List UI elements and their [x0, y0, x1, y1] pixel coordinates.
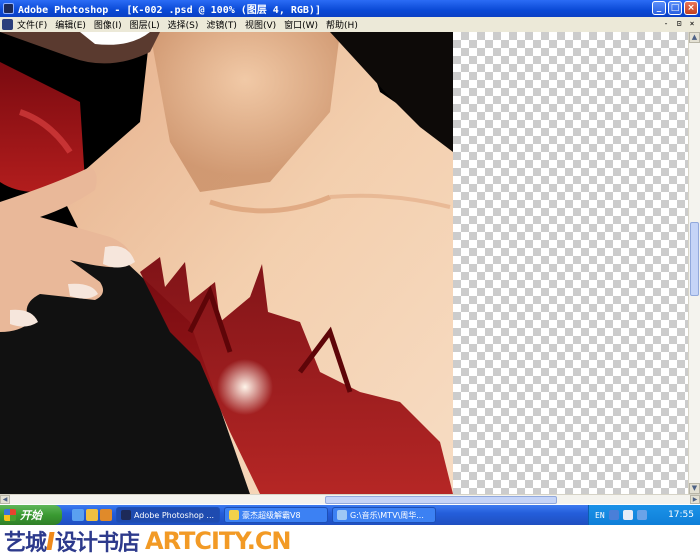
ie-icon[interactable]	[72, 509, 84, 521]
artwork-image	[0, 32, 453, 494]
clock: 17:55	[668, 510, 694, 520]
horizontal-scrollbar[interactable]: ◀ ▶	[0, 494, 700, 504]
vertical-scroll-thumb[interactable]	[690, 222, 699, 296]
window-title: Adobe Photoshop - [K-002 .psd @ 100% (图层…	[18, 5, 321, 16]
watermark-separator	[46, 532, 55, 550]
watermark-logo: 艺城 设计书店 ARTCITY.CN	[0, 525, 700, 557]
vertical-scrollbar[interactable]: ▲ ▼	[688, 32, 700, 494]
horizontal-scroll-thumb[interactable]	[325, 496, 557, 504]
help-tray-icon[interactable]	[608, 510, 619, 520]
menu-layer[interactable]: 图层(L)	[130, 18, 160, 31]
photoshop-app-icon[interactable]	[3, 3, 14, 14]
task-label: Adobe Photoshop ...	[134, 510, 215, 520]
media-player-icon[interactable]	[86, 509, 98, 521]
close-button[interactable]: ×	[684, 1, 698, 15]
task-label: 豪杰超级解霸V8	[242, 510, 301, 520]
menu-view[interactable]: 视图(V)	[245, 18, 276, 31]
folder-task-icon	[337, 510, 347, 520]
doc-close-button[interactable]: ×	[687, 19, 697, 29]
watermark-cn-part2: 设计书店	[55, 531, 140, 556]
menu-window[interactable]: 窗口(W)	[284, 18, 318, 31]
scroll-down-arrow-icon[interactable]: ▼	[689, 483, 700, 494]
task-player[interactable]: 豪杰超级解霸V8	[224, 507, 328, 523]
player-task-icon	[229, 510, 239, 520]
menu-filter[interactable]: 滤镜(T)	[206, 18, 237, 31]
menu-file[interactable]: 文件(F)	[17, 18, 47, 31]
scroll-left-arrow-icon[interactable]: ◀	[0, 495, 10, 504]
window-title-bar[interactable]: Adobe Photoshop - [K-002 .psd @ 100% (图层…	[0, 0, 700, 17]
scroll-right-arrow-icon[interactable]: ▶	[690, 495, 700, 504]
menu-help[interactable]: 帮助(H)	[326, 18, 358, 31]
quick-launch	[72, 509, 112, 521]
start-label: 开始	[20, 509, 42, 522]
volume-tray-icon[interactable]	[622, 510, 633, 520]
watermark-cn-part1: 艺城	[4, 531, 47, 556]
taskbar: 开始 Adobe Photoshop ... 豪杰超级解霸V8 G:\音乐\MT…	[0, 505, 700, 525]
menu-edit[interactable]: 编辑(E)	[55, 18, 86, 31]
task-label: G:\音乐\MTV\周华...	[350, 510, 424, 520]
menu-select[interactable]: 选择(S)	[168, 18, 199, 31]
network-tray-icon[interactable]	[636, 510, 647, 520]
language-indicator[interactable]: EN	[595, 511, 605, 520]
start-button[interactable]: 开始	[0, 505, 62, 525]
system-tray: EN 17:55	[588, 505, 700, 525]
doc-restore-button[interactable]: ⊡	[674, 19, 684, 29]
windows-logo-icon	[4, 509, 16, 521]
task-folder[interactable]: G:\音乐\MTV\周华...	[332, 507, 436, 523]
minimize-button[interactable]: _	[652, 1, 666, 15]
watermark-en: ARTCITY.CN	[145, 527, 291, 555]
maximize-button[interactable]: □	[668, 1, 682, 15]
doc-minimize-button[interactable]: -	[661, 19, 671, 29]
photoshop-task-icon	[121, 510, 131, 520]
scroll-up-arrow-icon[interactable]: ▲	[689, 32, 700, 43]
menu-bar: 文件(F) 编辑(E) 图像(I) 图层(L) 选择(S) 滤镜(T) 视图(V…	[0, 17, 700, 32]
menu-image[interactable]: 图像(I)	[94, 18, 122, 31]
document-canvas[interactable]	[0, 32, 688, 494]
messenger-icon[interactable]	[100, 509, 112, 521]
transparent-canvas-area	[453, 32, 688, 494]
task-photoshop[interactable]: Adobe Photoshop ...	[116, 507, 220, 523]
document-icon[interactable]	[2, 19, 13, 30]
